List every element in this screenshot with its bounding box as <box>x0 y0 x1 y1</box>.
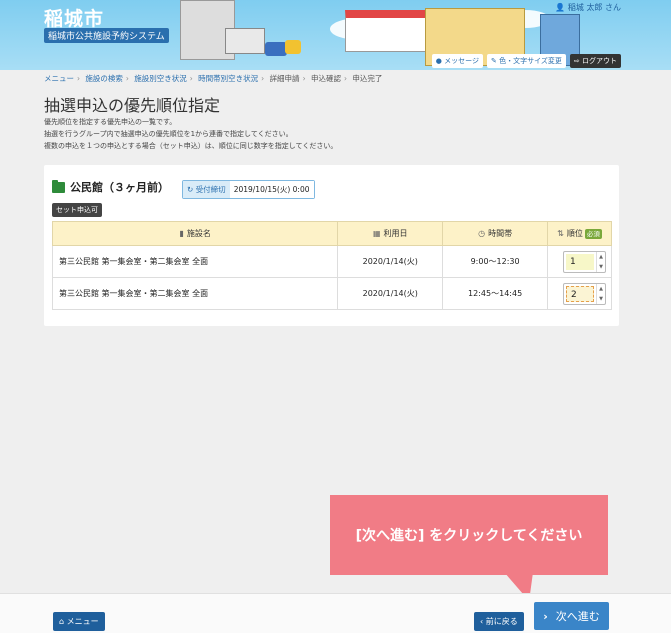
menu-button[interactable]: ⌂ メニュー <box>53 612 105 631</box>
deadline-box: ↻ 受付締切 2019/10/15(火) 0:00 <box>182 180 315 199</box>
chevron-left-icon: ‹ <box>480 617 484 626</box>
stepper-down-icon[interactable]: ▼ <box>597 262 605 272</box>
breadcrumb-separator: › <box>261 74 265 83</box>
stepper-arrows[interactable]: ▲ ▼ <box>596 251 605 272</box>
table-header-row: ▮ 施設名 ▦ 利用日 ◷ 時間帯 ⇅ 順位 必須 <box>51 221 612 246</box>
car-illustration <box>285 40 301 54</box>
page-title: 抽選申込の優先順位指定 <box>44 96 221 115</box>
priority-table: ▮ 施設名 ▦ 利用日 ◷ 時間帯 ⇅ 順位 必須 第三公民館 第一集会室・第二集会室 全… <box>51 221 612 310</box>
row-rank-cell: 2 ▲ ▼ <box>547 277 612 310</box>
city-name: 稲城市 <box>44 8 105 30</box>
row-time: 9:00〜12:30 <box>442 245 549 278</box>
stepper-up-icon[interactable]: ▲ <box>597 284 605 294</box>
column-header-date-label: 利用日 <box>383 229 408 238</box>
stepper-up-icon[interactable]: ▲ <box>597 252 605 262</box>
column-header-facility-label: 施設名 <box>186 229 211 238</box>
instruction-tooltip: [次へ進む] をクリックしてください <box>330 495 608 575</box>
column-header-time-label: 時間帯 <box>488 229 513 238</box>
header-links: ● メッセージ ✎ 色・文字サイズ変更 ⇨ ログアウト <box>431 54 621 68</box>
logout-label: ログアウト <box>582 57 617 65</box>
breadcrumb-menu[interactable]: メニュー <box>44 74 74 83</box>
column-header-rank-label: 順位 <box>566 229 583 238</box>
site-header: 稲城市 稲城市公共施設予約システム 👤 稲城 太郎 さん ● メッセージ ✎ 色… <box>0 0 671 70</box>
breadcrumb-separator: › <box>343 74 347 83</box>
back-button[interactable]: ‹ 前に戻る <box>474 612 524 631</box>
facility-card: 公民館（３ヶ月前） ↻ 受付締切 2019/10/15(火) 0:00 セット申… <box>44 165 619 326</box>
column-header-facility: ▮ 施設名 <box>51 221 339 246</box>
column-header-date: ▦ 利用日 <box>337 221 444 246</box>
description-line: 抽選を行うグループ内で抽選申込の優先順位を1から連番で指定してください。 <box>44 130 293 138</box>
breadcrumb-separator: › <box>189 74 193 83</box>
stepper-down-icon[interactable]: ▼ <box>597 294 605 304</box>
breadcrumb-detail: 詳細申請 <box>269 74 300 83</box>
folder-icon <box>52 179 65 193</box>
user-name-text: 稲城 太郎 さん <box>567 3 621 12</box>
bus-illustration <box>265 42 287 56</box>
color-font-link[interactable]: ✎ 色・文字サイズ変更 <box>486 54 566 68</box>
rank-stepper[interactable]: 2 ▲ ▼ <box>563 282 606 305</box>
deadline-label: ↻ 受付締切 <box>183 181 230 198</box>
deadline-value: 2019/10/15(火) 0:00 <box>229 181 314 198</box>
back-button-label: 前に戻る <box>485 617 518 626</box>
breadcrumb-complete: 申込完了 <box>352 74 383 83</box>
row-date: 2020/1/14(火) <box>337 277 444 310</box>
description-line: 複数の申込を１つの申込とする場合（セット申込）は、順位に同じ数字を指定してくださ… <box>44 142 338 150</box>
deadline-label-text: 受付締切 <box>195 185 226 194</box>
message-icon: ● <box>435 57 442 65</box>
breadcrumb-separator: › <box>77 74 80 83</box>
home-icon: ⌂ <box>59 617 65 626</box>
breadcrumb-separator: › <box>125 74 129 83</box>
logout-button[interactable]: ⇨ ログアウト <box>569 54 621 68</box>
message-link-label: メッセージ <box>444 57 479 65</box>
rank-input[interactable]: 1 <box>566 253 594 270</box>
page-description: 優先順位を指定する優先申込の一覧です。 抽選を行うグループ内で抽選申込の優先順位… <box>44 116 337 152</box>
chevron-right-icon: › <box>543 609 548 623</box>
building-icon: ▮ <box>179 229 184 238</box>
menu-button-label: メニュー <box>66 617 99 626</box>
row-facility: 第三公民館 第一集会室・第二集会室 全面 <box>51 277 339 310</box>
user-name: 👤 稲城 太郎 さん <box>555 2 621 13</box>
system-name: 稲城市公共施設予約システム <box>44 28 169 43</box>
school-illustration <box>345 10 430 52</box>
breadcrumb: メニュー › 施設の検索 › 施設別空き状況 › 時間帯別空き状況 › 詳細申請 › 申込… <box>44 73 382 84</box>
breadcrumb-separator: › <box>302 74 306 83</box>
facility-heading: 公民館（３ヶ月前） <box>52 179 169 195</box>
rank-stepper[interactable]: 1 ▲ ▼ <box>563 250 606 273</box>
refresh-icon: ↻ <box>187 185 194 194</box>
row-date: 2020/1/14(火) <box>337 245 444 278</box>
message-link[interactable]: ● メッセージ <box>431 54 483 68</box>
column-header-time: ◷ 時間帯 <box>442 221 549 246</box>
required-badge: 必須 <box>584 229 602 239</box>
rank-input[interactable]: 2 <box>566 285 594 302</box>
row-facility: 第三公民館 第一集会室・第二集会室 全面 <box>51 245 339 278</box>
clock-icon: ◷ <box>478 229 486 238</box>
description-line: 優先順位を指定する優先申込の一覧です。 <box>44 118 177 126</box>
breadcrumb-time-availability[interactable]: 時間帯別空き状況 <box>198 74 258 83</box>
user-icon: 👤 <box>555 3 566 12</box>
breadcrumb-facility-availability[interactable]: 施設別空き状況 <box>134 74 187 83</box>
brush-icon: ✎ <box>490 57 497 65</box>
breadcrumb-search[interactable]: 施設の検索 <box>85 74 123 83</box>
calendar-icon: ▦ <box>372 229 381 238</box>
next-button-label: 次へ進む <box>555 610 600 623</box>
house-illustration <box>225 28 265 54</box>
facility-name: 公民館（３ヶ月前） <box>70 181 169 194</box>
table-row: 第三公民館 第一集会室・第二集会室 全面 2020/1/14(火) 12:45〜… <box>51 277 612 310</box>
column-header-rank: ⇅ 順位 必須 <box>547 221 612 246</box>
breadcrumb-confirm: 申込確認 <box>310 74 341 83</box>
next-button[interactable]: › 次へ進む <box>534 602 609 630</box>
table-row: 第三公民館 第一集会室・第二集会室 全面 2020/1/14(火) 9:00〜1… <box>51 245 612 278</box>
logout-icon: ⇨ <box>573 57 580 65</box>
row-time: 12:45〜14:45 <box>442 277 549 310</box>
set-application-badge: セット申込可 <box>52 203 102 217</box>
sort-icon: ⇅ <box>557 229 564 238</box>
row-rank-cell: 1 ▲ ▼ <box>547 245 612 278</box>
stepper-arrows[interactable]: ▲ ▼ <box>596 283 605 304</box>
color-font-link-label: 色・文字サイズ変更 <box>499 57 562 65</box>
